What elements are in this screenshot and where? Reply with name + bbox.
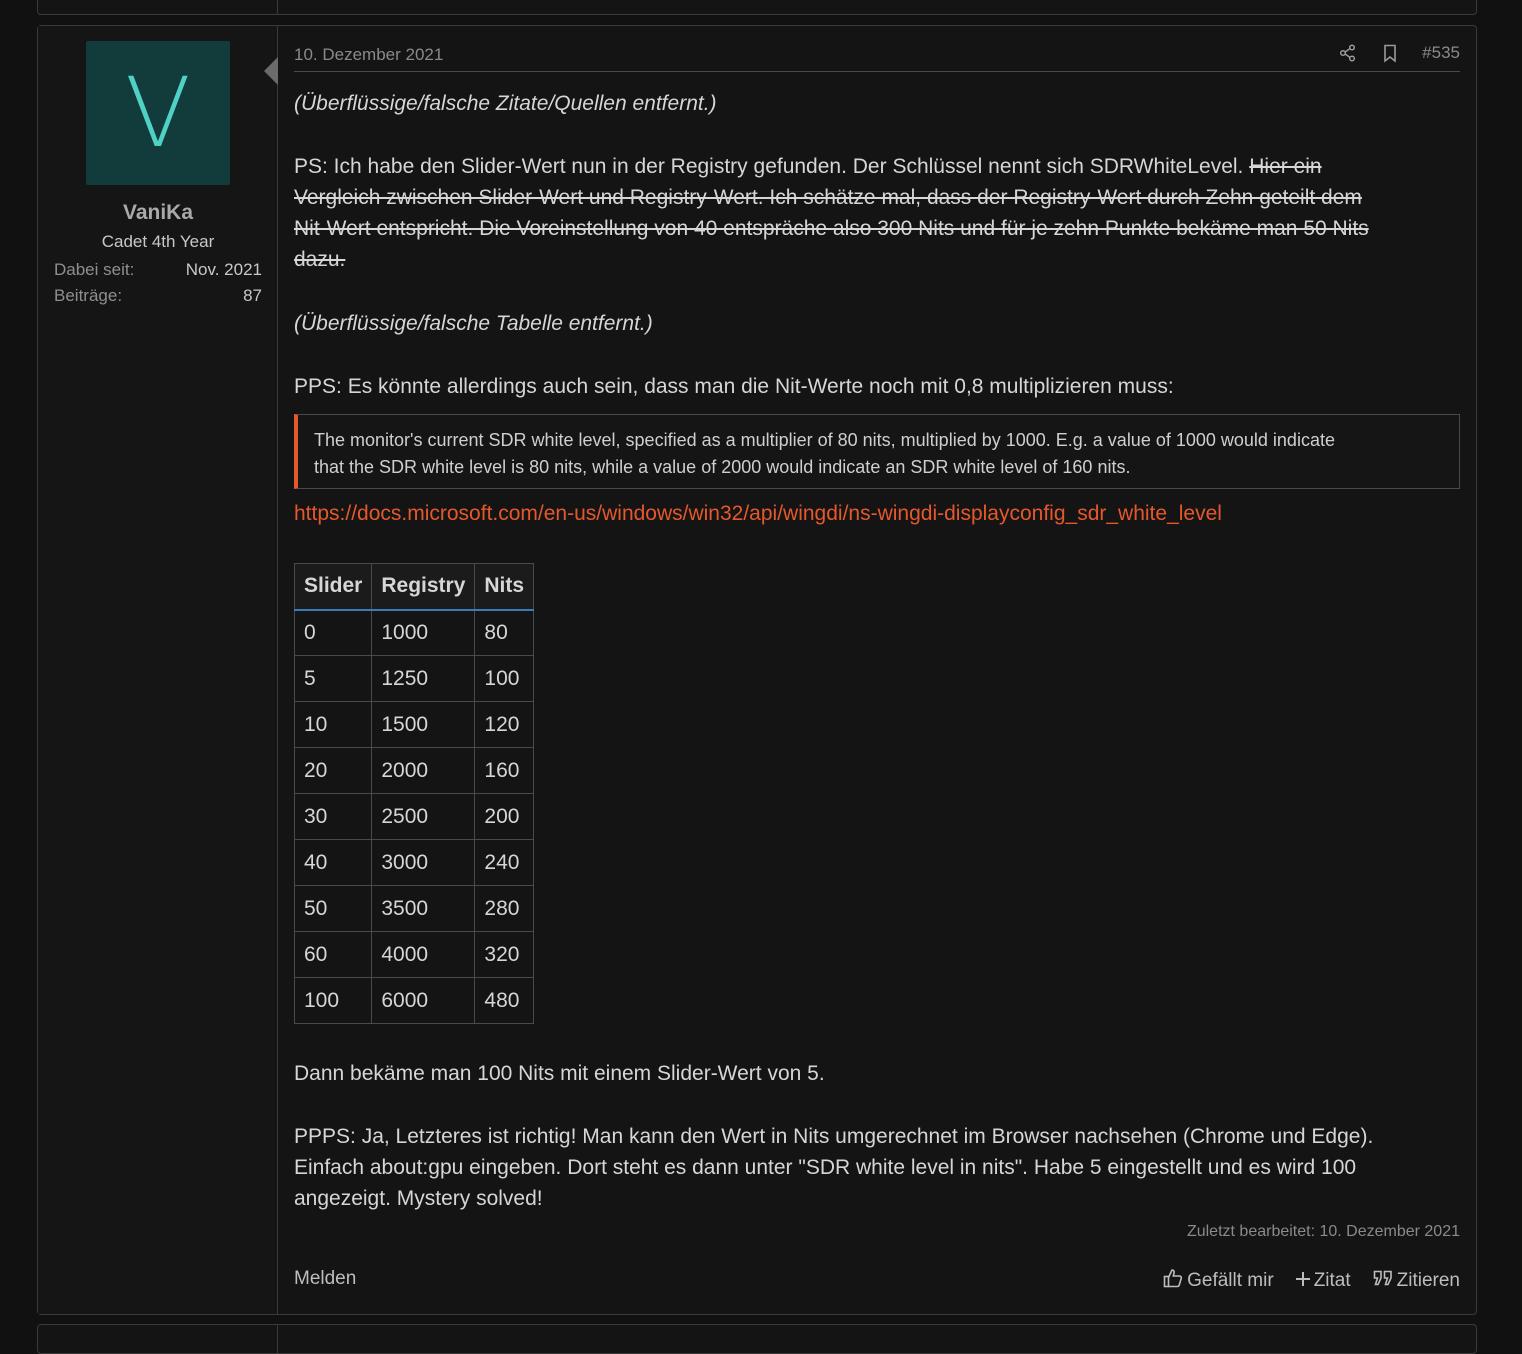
paragraph: (Überflüssige/falsche Tabelle entfernt.) bbox=[294, 312, 653, 335]
quote-label: Zitat bbox=[1313, 1270, 1351, 1291]
report-link[interactable]: Melden bbox=[294, 1268, 356, 1290]
table-cell: 320 bbox=[474, 931, 535, 978]
paragraph: PS: Ich habe den Slider-Wert nun in der … bbox=[294, 151, 1460, 182]
post-footer: Melden Gefällt mir Zitat Zitieren bbox=[294, 1268, 1460, 1296]
table-cell: 1500 bbox=[371, 701, 476, 748]
quote-block: The monitor's current SDR white level, s… bbox=[294, 414, 1460, 489]
quote-marks-icon bbox=[1373, 1270, 1393, 1292]
table-header-row: Slider Registry Nits bbox=[293, 563, 535, 611]
struck-text: Hier ein bbox=[1249, 155, 1322, 178]
quote-line: that the SDR white level is 80 nits, whi… bbox=[314, 457, 1131, 477]
table-cell: 10 bbox=[293, 701, 373, 748]
table-cell: 2500 bbox=[371, 793, 476, 840]
stat-joined: Dabei seit: Nov. 2021 bbox=[54, 260, 262, 280]
like-label: Gefällt mir bbox=[1187, 1270, 1274, 1291]
username[interactable]: VaniKa bbox=[38, 201, 278, 225]
column-header: Registry bbox=[371, 563, 476, 611]
struck-text: Nit-Wert entspricht. Die Voreinstellung … bbox=[294, 217, 1369, 240]
table-cell: 20 bbox=[293, 747, 373, 794]
table-row: 5 1250 100 bbox=[293, 655, 535, 702]
like-button[interactable]: Gefällt mir bbox=[1163, 1268, 1274, 1294]
quote-add-button[interactable]: Zitat bbox=[1295, 1270, 1351, 1292]
previous-post bbox=[37, 0, 1477, 15]
table-cell: 6000 bbox=[371, 977, 476, 1024]
post-main: 10. Dezember 2021 #535 (Überflüssige/fal… bbox=[293, 26, 1460, 1314]
table-row: 60 4000 320 bbox=[293, 931, 535, 978]
struck-text: dazu. bbox=[294, 248, 346, 271]
bookmark-icon[interactable] bbox=[1380, 43, 1400, 63]
paragraph: Dann bekäme man 100 Nits mit einem Slide… bbox=[294, 1062, 825, 1085]
table-row: 0 1000 80 bbox=[293, 609, 535, 656]
table-cell: 100 bbox=[474, 655, 535, 702]
forum-post: V VaniKa Cadet 4th Year Dabei seit: Nov.… bbox=[37, 25, 1477, 1315]
stat-posts: Beiträge: 87 bbox=[54, 286, 262, 306]
thumbs-up-icon bbox=[1163, 1268, 1183, 1294]
table-cell: 160 bbox=[474, 747, 535, 794]
avatar-pointer bbox=[264, 57, 278, 85]
paragraph: (Überflüssige/falsche Zitate/Quellen ent… bbox=[294, 92, 717, 115]
plus-icon bbox=[1295, 1270, 1310, 1292]
avatar-letter: V bbox=[125, 57, 191, 169]
table-cell: 1000 bbox=[371, 609, 476, 656]
docs-link[interactable]: https://docs.microsoft.com/en-us/windows… bbox=[294, 502, 1222, 526]
paragraph: angezeigt. Mystery solved! bbox=[294, 1187, 543, 1210]
paragraph: PPS: Es könnte allerdings auch sein, das… bbox=[294, 375, 1174, 398]
table-cell: 120 bbox=[474, 701, 535, 748]
table-cell: 1250 bbox=[371, 655, 476, 702]
text-span: PS: Ich habe den Slider-Wert nun in der … bbox=[294, 155, 1250, 178]
last-edited: Zuletzt bearbeitet: 10. Dezember 2021 bbox=[1186, 1223, 1460, 1240]
quote-line: The monitor's current SDR white level, s… bbox=[314, 430, 1335, 450]
table-row: 40 3000 240 bbox=[293, 839, 535, 886]
column-header: Nits bbox=[474, 563, 535, 611]
stat-label: Dabei seit: bbox=[54, 260, 135, 279]
stat-value: Nov. 2021 bbox=[185, 260, 262, 279]
post-date[interactable]: 10. Dezember 2021 bbox=[294, 45, 443, 65]
table-cell: 0 bbox=[293, 609, 373, 656]
reply-label: Zitieren bbox=[1396, 1270, 1460, 1291]
avatar[interactable]: V bbox=[86, 41, 230, 185]
table-cell: 480 bbox=[474, 977, 535, 1024]
paragraph: Einfach about:gpu eingeben. Dort steht e… bbox=[294, 1156, 1357, 1179]
table-row: 100 6000 480 bbox=[293, 977, 535, 1024]
table-cell: 80 bbox=[474, 609, 535, 656]
table-cell: 200 bbox=[474, 793, 535, 840]
post-number-link[interactable]: #535 bbox=[1422, 43, 1460, 63]
table-cell: 2000 bbox=[371, 747, 476, 794]
paragraph: PPPS: Ja, Letzteres ist richtig! Man kan… bbox=[294, 1125, 1374, 1148]
table-row: 50 3500 280 bbox=[293, 885, 535, 932]
table-cell: 3000 bbox=[371, 839, 476, 886]
share-icon[interactable] bbox=[1338, 43, 1358, 63]
stat-label: Beiträge: bbox=[54, 286, 123, 305]
table-cell: 40 bbox=[293, 839, 373, 886]
user-info-panel: V VaniKa Cadet 4th Year Dabei seit: Nov.… bbox=[38, 26, 278, 1314]
next-post bbox=[37, 1324, 1477, 1354]
table-cell: 3500 bbox=[371, 885, 476, 932]
post-header: 10. Dezember 2021 #535 bbox=[294, 43, 1460, 72]
table-cell: 100 bbox=[293, 977, 373, 1024]
table-cell: 5 bbox=[293, 655, 373, 702]
struck-text: Vergleich zwischen Slider-Wert und Regis… bbox=[294, 186, 1362, 209]
table-row: 20 2000 160 bbox=[293, 747, 535, 794]
column-header: Slider bbox=[293, 563, 373, 611]
table-row: 10 1500 120 bbox=[293, 701, 535, 748]
user-title: Cadet 4th Year bbox=[101, 232, 215, 251]
table-cell: 4000 bbox=[371, 931, 476, 978]
table-cell: 50 bbox=[293, 885, 373, 932]
table-cell: 30 bbox=[293, 793, 373, 840]
table-cell: 240 bbox=[474, 839, 535, 886]
data-table: Slider Registry Nits 0 1000 80 5 1250 100 10 15… bbox=[293, 563, 535, 1024]
table-cell: 60 bbox=[293, 931, 373, 978]
stat-value[interactable]: 87 bbox=[243, 286, 262, 306]
table-cell: 280 bbox=[474, 885, 535, 932]
table-row: 30 2500 200 bbox=[293, 793, 535, 840]
reply-button[interactable]: Zitieren bbox=[1373, 1270, 1460, 1292]
